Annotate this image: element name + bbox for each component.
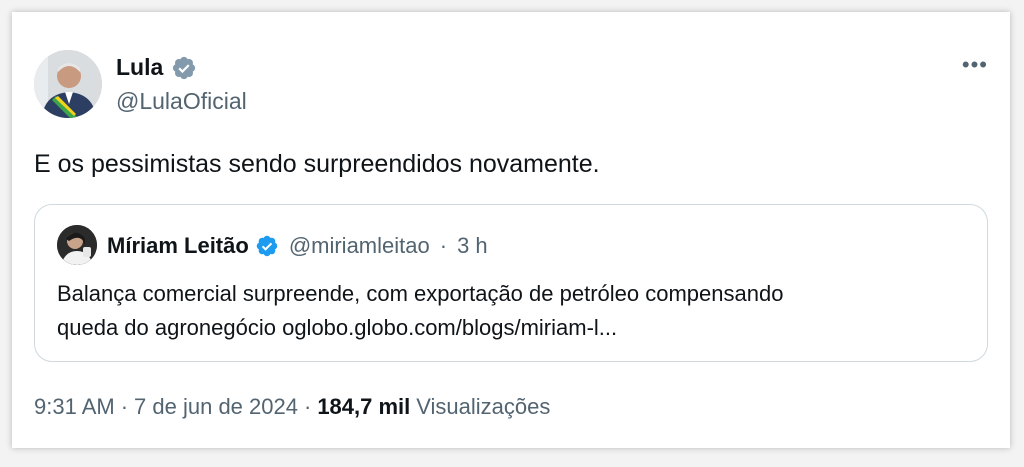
quoted-author-handle[interactable]: @miriamleitao bbox=[289, 233, 430, 259]
quoted-separator: · bbox=[439, 233, 448, 258]
more-options-icon[interactable]: ••• bbox=[962, 52, 988, 78]
quoted-timestamp[interactable]: 3 h bbox=[457, 233, 488, 259]
author-name[interactable]: Lula bbox=[116, 54, 163, 81]
tweet-text: E os pessimistas sendo surpreendidos nov… bbox=[34, 150, 600, 178]
quoted-tweet[interactable]: Míriam Leitão @miriamleitao · 3 h Balanç… bbox=[34, 204, 988, 362]
quoted-text-line: Balança comercial surpreende, com export… bbox=[57, 281, 784, 306]
footer-separator: · bbox=[303, 394, 312, 419]
verified-badge-icon bbox=[256, 235, 278, 257]
author-name-row: Lula bbox=[116, 54, 197, 81]
views-count: 184,7 mil bbox=[317, 394, 411, 419]
tweet-card: Lula @LulaOficial ••• E os pessimistas s… bbox=[12, 12, 1010, 448]
author-handle[interactable]: @LulaOficial bbox=[116, 88, 247, 115]
tweet-meta-footer: 9:31 AM · 7 de jun de 2024 · 184,7 mil V… bbox=[34, 394, 550, 420]
quoted-text-line: queda do agronegócio oglobo.globo.com/bl… bbox=[57, 315, 618, 340]
quoted-author-name[interactable]: Míriam Leitão bbox=[107, 233, 249, 259]
quoted-text: Balança comercial surpreende, com export… bbox=[57, 277, 957, 345]
quoted-header: Míriam Leitão @miriamleitao · 3 h bbox=[107, 233, 488, 259]
quoted-author-avatar[interactable] bbox=[57, 225, 97, 265]
footer-separator: · bbox=[120, 394, 129, 419]
tweet-time[interactable]: 9:31 AM bbox=[34, 394, 115, 420]
author-avatar[interactable] bbox=[34, 50, 102, 118]
tweet-date[interactable]: 7 de jun de 2024 bbox=[134, 394, 298, 420]
views-label: Visualizações bbox=[416, 394, 551, 419]
verified-badge-icon bbox=[173, 56, 196, 79]
